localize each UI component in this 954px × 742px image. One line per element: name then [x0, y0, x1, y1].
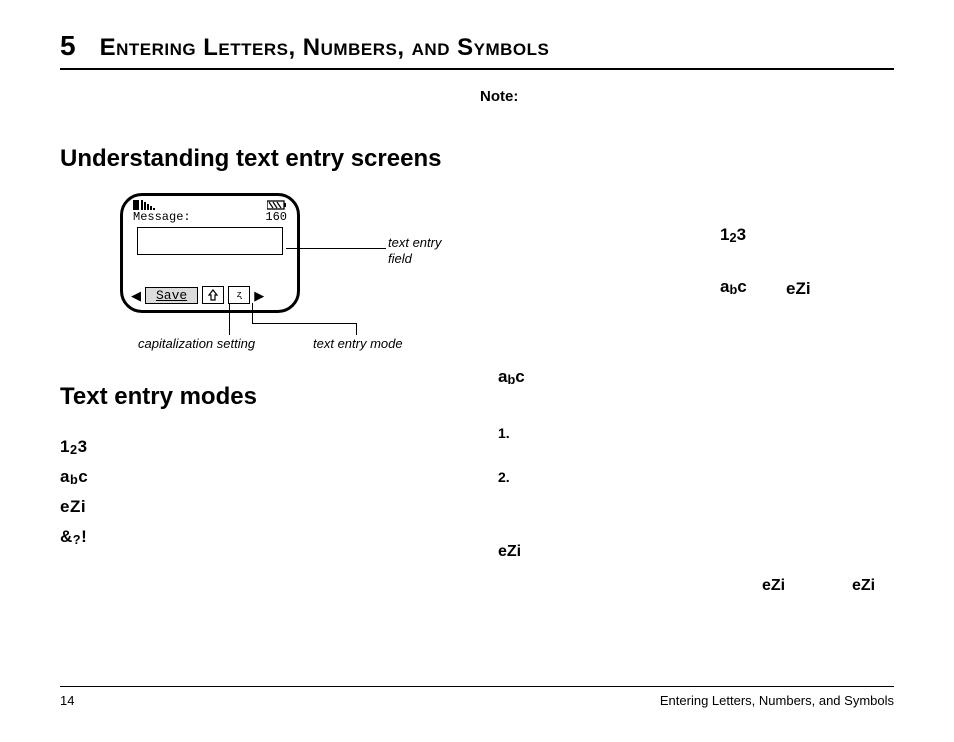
phone-illustration: Message: 160 ◀ Save ʐ ▶ text	[120, 193, 440, 353]
list-step-1: 1.	[498, 425, 510, 441]
leader-line	[252, 303, 253, 323]
leader-line	[356, 323, 357, 335]
chapter-title: Entering Letters, Numbers, and Symbols	[100, 34, 550, 62]
callout-text-entry-field: text entry field	[388, 235, 468, 266]
token-abc-2: abc	[498, 367, 525, 387]
right-arrow-icon: ▶	[254, 289, 264, 302]
left-column: Understanding text entry screens	[60, 145, 460, 551]
token-abc: abc	[720, 277, 747, 297]
left-arrow-icon: ◀	[131, 289, 141, 302]
modes-list: 123 abc eZi &?!	[60, 431, 460, 551]
right-column: 123 abc eZi abc 1. 2. eZi eZi eZi	[484, 145, 894, 551]
section-understanding: Understanding text entry screens	[60, 145, 460, 173]
phone-char-counter: 160	[265, 210, 287, 224]
heading-rule	[60, 68, 894, 70]
phone-status-bar	[123, 196, 297, 210]
callout-capitalization: capitalization setting	[138, 336, 255, 351]
callout-text-entry-mode: text entry mode	[313, 336, 403, 351]
leader-line	[286, 248, 386, 249]
running-title: Entering Letters, Numbers, and Symbols	[660, 693, 894, 708]
phone-softkey-row: ◀ Save ʐ ▶	[131, 286, 289, 304]
battery-icon	[267, 200, 287, 210]
phone-mode-indicator: ʐ	[228, 286, 250, 304]
mode-abc: abc	[60, 461, 460, 491]
token-ezi-3: eZi	[762, 577, 785, 595]
note-label: Note:	[60, 88, 894, 105]
token-ezi: eZi	[786, 279, 811, 299]
leader-line	[252, 323, 356, 324]
section-text-entry-modes: Text entry modes	[60, 383, 460, 411]
mode-symbols: &?!	[60, 521, 460, 551]
page-footer: 14 Entering Letters, Numbers, and Symbol…	[60, 686, 894, 708]
columns: Understanding text entry screens	[60, 145, 894, 551]
phone-caps-indicator	[202, 286, 224, 304]
page-number: 14	[60, 693, 74, 708]
phone-save-button: Save	[145, 287, 198, 304]
phone-label-row: Message: 160	[123, 210, 297, 224]
phone-text-field	[137, 227, 283, 255]
page: 5 Entering Letters, Numbers, and Symbols…	[0, 0, 954, 742]
list-step-2: 2.	[498, 469, 510, 485]
phone-screen: Message: 160 ◀ Save ʐ ▶	[120, 193, 300, 313]
token-123: 123	[720, 225, 746, 245]
mode-123: 123	[60, 431, 460, 461]
mode-ezi: eZi	[60, 491, 460, 521]
signal-icon	[133, 200, 159, 210]
chapter-heading: 5 Entering Letters, Numbers, and Symbols	[60, 30, 894, 62]
token-ezi-4: eZi	[852, 577, 875, 595]
phone-message-label: Message:	[133, 210, 191, 224]
token-ezi-2: eZi	[498, 543, 521, 561]
leader-line	[229, 303, 230, 335]
chapter-number: 5	[60, 30, 76, 62]
